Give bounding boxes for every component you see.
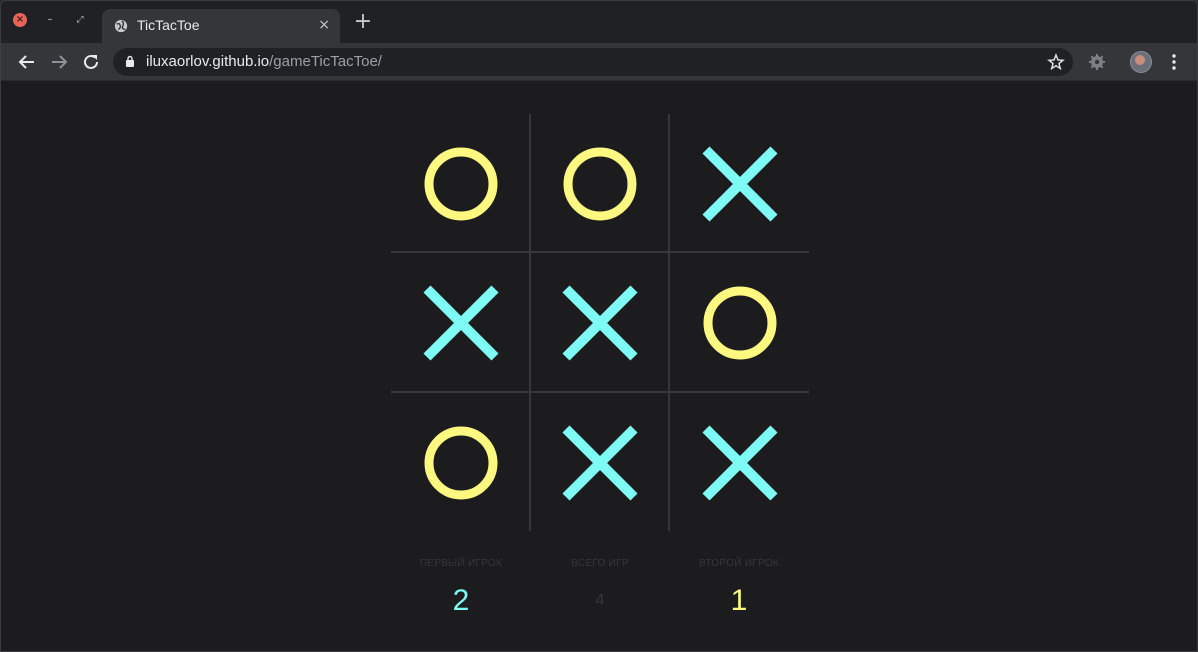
board-cell-5[interactable] (531, 254, 670, 393)
new-tab-button[interactable]: + (353, 11, 373, 33)
board-cell-8[interactable] (531, 393, 670, 532)
total-games-block: ВСЕГО ИГР 4 (530, 558, 670, 617)
browser-toolbar: iluxaorlov.github.io/gameTicTacToe/ (1, 43, 1197, 81)
x-mark-icon (562, 285, 638, 361)
board-cell-1[interactable] (391, 114, 530, 253)
back-arrow-icon[interactable] (16, 51, 38, 73)
board-cell-2[interactable] (531, 114, 670, 253)
o-mark-icon (424, 147, 497, 220)
x-mark-icon (562, 424, 638, 501)
total-games-label: ВСЕГО ИГР (571, 558, 629, 569)
tab-close-icon[interactable]: × (318, 17, 330, 33)
o-mark-icon (424, 426, 497, 499)
window-close-button[interactable]: × (13, 13, 27, 27)
board-cell-6[interactable] (670, 254, 809, 393)
url-path: /gameTicTacToe/ (269, 53, 382, 70)
kebab-menu-icon[interactable] (1164, 52, 1184, 72)
player2-score-block: ВТОРОЙ ИГРОК 1 (669, 558, 809, 617)
game-board (391, 114, 809, 531)
window-minimize-button[interactable]: – (43, 13, 57, 27)
board-cell-4[interactable] (391, 254, 530, 393)
player1-score-block: ПЕРВЫЙ ИГРОК 2 (391, 558, 531, 617)
board-cell-7[interactable] (391, 393, 530, 532)
url-text: iluxaorlov.github.io/gameTicTacToe/ (146, 53, 382, 70)
o-mark-icon (703, 286, 776, 360)
x-mark-icon (701, 424, 778, 501)
x-mark-icon (701, 145, 778, 222)
total-games-count: 4 (595, 592, 605, 609)
x-mark-icon (422, 285, 499, 361)
page-content: ПЕРВЫЙ ИГРОК 2 ВСЕГО ИГР 4 ВТОРОЙ ИГРОК … (1, 82, 1197, 651)
address-bar[interactable]: iluxaorlov.github.io/gameTicTacToe/ (113, 48, 1073, 76)
window-restore-button[interactable]: ⤢ (73, 13, 87, 27)
reload-icon[interactable] (80, 51, 102, 73)
board-cell-3[interactable] (670, 114, 809, 253)
forward-arrow-icon[interactable] (48, 51, 70, 73)
tab-title: TicTacToe (137, 17, 200, 33)
url-host: iluxaorlov.github.io (146, 53, 270, 70)
tab-strip: × – ⤢ TicTacToe × + (1, 1, 1197, 43)
tab-tictactoe[interactable]: TicTacToe × (102, 9, 340, 43)
globe-icon (114, 19, 128, 33)
browser-window: × – ⤢ TicTacToe × + iluxaorlov.github.io… (0, 0, 1198, 652)
lock-icon (126, 55, 134, 67)
extension-gear-icon[interactable] (1087, 52, 1107, 72)
player2-label: ВТОРОЙ ИГРОК (699, 558, 779, 569)
player1-label: ПЕРВЫЙ ИГРОК (419, 558, 503, 569)
board-cell-9[interactable] (670, 393, 809, 532)
bookmark-star-icon[interactable] (1047, 53, 1065, 71)
profile-avatar[interactable] (1130, 51, 1152, 73)
player2-score: 1 (730, 584, 748, 617)
player1-score: 2 (452, 584, 470, 617)
o-mark-icon (563, 147, 637, 220)
